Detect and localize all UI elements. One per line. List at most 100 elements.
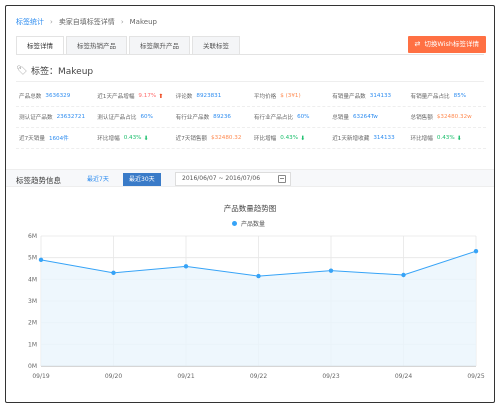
tab-hot-products[interactable]: 标签热销产品 <box>66 36 127 55</box>
x-tick-label: 09/22 <box>250 373 267 380</box>
stat-cell: 有销量产品数 314133 <box>329 86 407 106</box>
x-tick-label: 09/25 <box>467 373 484 380</box>
stat-value: 9.17% <box>138 93 157 99</box>
tag-icon: 🏷 <box>16 65 28 76</box>
calendar-icon[interactable] <box>278 175 286 183</box>
stat-cell: 总销量 63264Tw <box>329 107 407 127</box>
period-30-days-button[interactable]: 最近30天 <box>123 173 161 186</box>
trend-title: 标签趋势信息 <box>16 176 61 185</box>
stat-label: 近1天新增收藏 <box>332 136 370 142</box>
trend-toolbar: 标签趋势信息 最近7天 最近30天 2016/06/07 ~ 2016/07/0… <box>6 169 494 187</box>
stat-cell: 测认证产品数 23632721 <box>16 107 94 127</box>
x-tick-label: 09/21 <box>177 373 194 380</box>
data-point <box>256 273 261 279</box>
legend-dot-icon <box>232 221 237 226</box>
tab-related-tags[interactable]: 关联标签 <box>192 36 240 55</box>
stat-cell: 有行业产品数 89236 <box>173 107 251 127</box>
breadcrumb-separator-icon: › <box>50 18 53 26</box>
date-range-picker[interactable]: 2016/06/07 ~ 2016/07/06 <box>175 172 291 186</box>
arrow-down-icon: ⬇ <box>300 134 306 142</box>
arrow-up-icon: ⬆ <box>158 92 164 100</box>
stat-label: 有销量产品占比 <box>410 94 450 100</box>
stat-value: 3636329 <box>45 93 71 99</box>
stat-label: 近7天销售额 <box>175 136 208 142</box>
data-point <box>328 268 334 273</box>
stat-value: $32480.32w <box>436 114 472 120</box>
stat-label: 总销售额 <box>410 115 433 121</box>
x-tick-label: 09/20 <box>105 373 122 380</box>
stat-cell: 近7天销量 1604件 <box>16 128 94 148</box>
switch-icon: ⇄ <box>414 40 421 48</box>
stat-label: 环比增幅 <box>253 136 277 142</box>
data-point <box>38 257 44 263</box>
y-tick-label: 1M <box>28 341 37 348</box>
data-point <box>473 248 479 254</box>
x-tick-label: 09/24 <box>395 373 412 380</box>
stat-label: 产品总数 <box>19 94 42 100</box>
stat-label: 测认证产品占比 <box>97 115 137 121</box>
y-tick-label: 6M <box>28 233 37 240</box>
x-tick-label: 09/19 <box>32 373 49 380</box>
stat-value: 0.43% <box>123 135 142 141</box>
arrow-down-icon: ⬇ <box>143 134 149 142</box>
stats-row: 产品总数 3636329 近1天产品增幅 9.17% ⬆ 评论数 8923831 平均价… <box>16 86 486 107</box>
stat-value: 314133 <box>373 135 395 141</box>
chart-legend[interactable]: 产品数量 <box>232 219 265 228</box>
y-tick-label: 4M <box>28 276 37 283</box>
stat-value: 60% <box>297 114 310 120</box>
y-tick-label: 0M <box>28 363 37 370</box>
stat-value: 0.43% <box>280 135 299 141</box>
app-frame: 标签统计 › 卖家自填标签详情 › Makeup 标签详情 标签热销产品 标签飙… <box>5 5 495 403</box>
stat-cell: 近1天新增收藏 314133 <box>329 128 407 148</box>
tag-header: 🏷 标签：Makeup <box>16 64 94 78</box>
data-point <box>111 270 116 276</box>
stat-cell: 近1天产品增幅 9.17% ⬆ <box>94 86 172 106</box>
period-7-days-button[interactable]: 最近7天 <box>81 173 115 186</box>
stat-value: 8923831 <box>196 93 222 99</box>
stat-value: 23632721 <box>56 114 86 120</box>
stat-value: 85% <box>453 93 467 99</box>
stat-value: 60% <box>140 114 153 120</box>
breadcrumb-current: Makeup <box>129 18 157 26</box>
stat-label: 平均价格 <box>253 94 277 100</box>
breadcrumb-seller-tag-detail[interactable]: 卖家自填标签详情 <box>59 17 115 27</box>
divider <box>16 81 484 82</box>
stat-value: 1604件 <box>48 136 69 142</box>
x-tick-label: 09/23 <box>322 373 339 380</box>
data-point <box>183 264 189 269</box>
y-tick-label: 5M <box>28 255 37 262</box>
stat-label: 环比增幅 <box>97 136 120 142</box>
stat-value: $ (3¥1) <box>280 93 301 99</box>
tab-rising-products[interactable]: 标签飙升产品 <box>129 36 190 55</box>
chart-title: 产品数量趋势图 <box>223 204 277 213</box>
stats-row: 测认证产品数 23632721 测认证产品占比 60% 有行业产品数 89236 有行… <box>16 107 486 128</box>
stat-cell: 平均价格 $ (3¥1) <box>251 86 329 106</box>
stat-label: 测认证产品数 <box>19 115 53 121</box>
stat-label: 有销量产品数 <box>332 94 366 100</box>
trend-chart: 0M 1M 2M 3M 4M 5M 6M 09/19 09/20 09/21 09/22 09/23 0… <box>28 233 485 380</box>
tab-tag-detail[interactable]: 标签详情 <box>16 36 64 55</box>
stat-cell: 近7天销售额 $32480.32 <box>173 128 251 148</box>
stat-value: 89236 <box>213 114 231 120</box>
arrow-down-icon: ⬇ <box>456 134 462 142</box>
legend-label: 产品数量 <box>241 221 266 228</box>
breadcrumb-separator-icon: › <box>120 18 124 26</box>
stats-row: 近7天销量 1604件 环比增幅 0.43% ⬇ 近7天销售额 $32480.32 环比… <box>16 128 486 149</box>
switch-button-label: 切换Wish标签详情 <box>424 40 479 48</box>
stat-cell: 测认证产品占比 60% <box>94 107 172 127</box>
stat-label: 环比增幅 <box>410 136 433 142</box>
stat-value: 0.43% <box>436 135 455 141</box>
tag-title: 标签：Makeup <box>31 67 94 77</box>
y-tick-label: 2M <box>28 320 37 327</box>
breadcrumb-tag-stats[interactable]: 标签统计 <box>16 17 44 27</box>
switch-wish-detail-button[interactable]: ⇄ 切换Wish标签详情 <box>407 36 486 53</box>
tab-bar: 标签详情 标签热销产品 标签飙升产品 关联标签 <box>16 36 242 55</box>
stat-cell: 有销量产品占比 85% <box>407 86 485 106</box>
y-tick-label: 3M <box>28 298 37 305</box>
breadcrumb: 标签统计 › 卖家自填标签详情 › Makeup <box>16 17 157 27</box>
tab-divider <box>16 54 484 55</box>
stat-cell: 总销售额 $32480.32w <box>407 107 485 127</box>
stat-label: 有行业产品占比 <box>253 115 294 121</box>
stat-value: 63264Tw <box>352 114 378 120</box>
stat-value: 314133 <box>369 93 392 99</box>
